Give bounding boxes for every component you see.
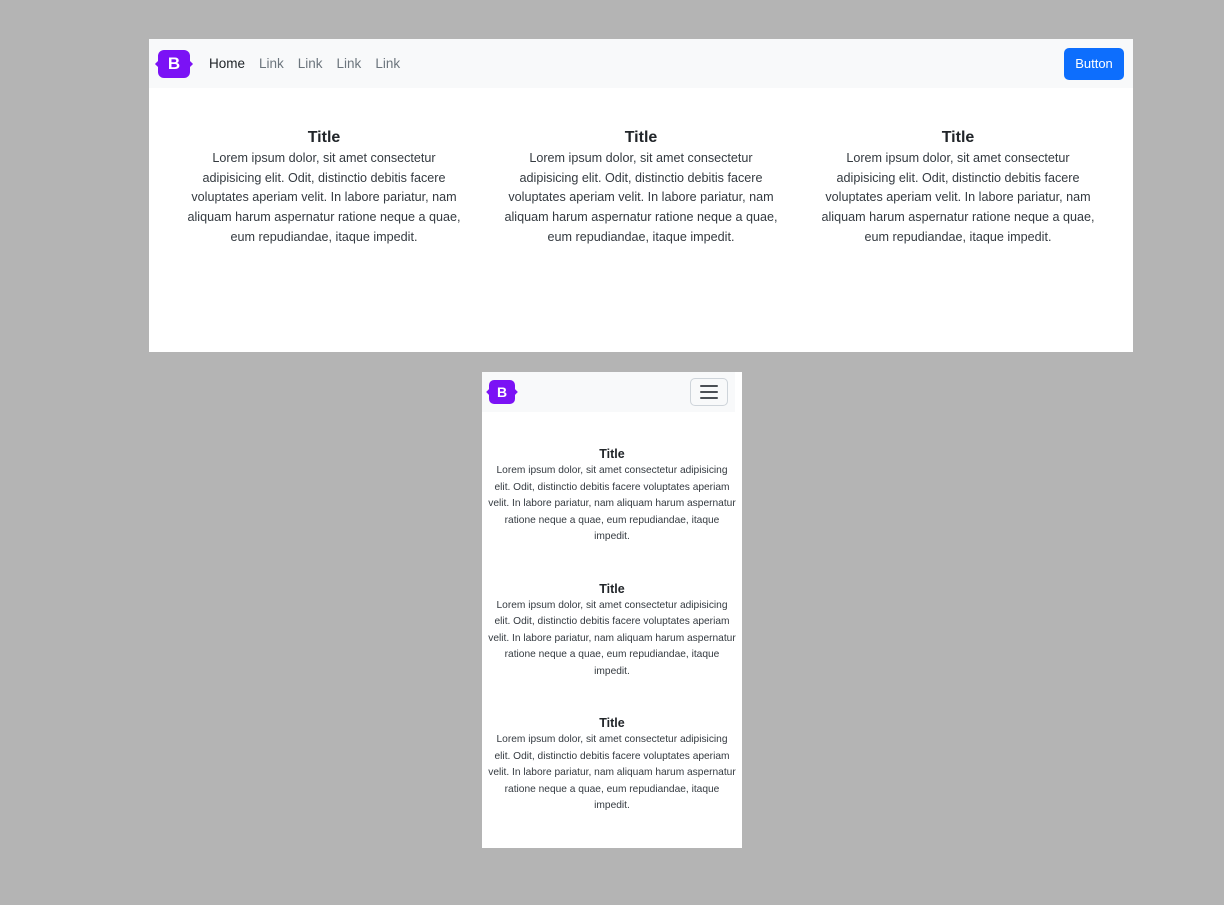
nav-link-home[interactable]: Home bbox=[209, 56, 245, 71]
bootstrap-logo-icon[interactable]: B bbox=[489, 380, 515, 404]
content-row: Title Lorem ipsum dolor, sit amet consec… bbox=[149, 88, 1133, 248]
content-column: Title Lorem ipsum dolor, sit amet consec… bbox=[817, 129, 1099, 248]
column-body: Lorem ipsum dolor, sit amet consectetur … bbox=[488, 734, 736, 811]
column-title: Title bbox=[941, 129, 975, 146]
column-body: Lorem ipsum dolor, sit amet consectetur … bbox=[504, 151, 778, 244]
column-title: Title bbox=[599, 581, 625, 596]
column-body: Lorem ipsum dolor, sit amet consectetur … bbox=[488, 465, 736, 542]
column-title: Title bbox=[624, 129, 658, 146]
desktop-preview: B Home Link Link Link Link Button Title … bbox=[149, 39, 1133, 352]
mobile-preview: B Title Lorem ipsum dolor, sit amet cons… bbox=[482, 372, 742, 848]
nav-button[interactable]: Button bbox=[1064, 47, 1124, 80]
content-column: Title Lorem ipsum dolor, sit amet consec… bbox=[500, 129, 782, 248]
content-column: Title Lorem ipsum dolor, sit amet consec… bbox=[482, 447, 742, 546]
content-column: Title Lorem ipsum dolor, sit amet consec… bbox=[482, 582, 742, 681]
column-title: Title bbox=[307, 129, 341, 146]
nav-link[interactable]: Link bbox=[337, 56, 362, 71]
column-body: Lorem ipsum dolor, sit amet consectetur … bbox=[187, 151, 461, 244]
mobile-content: Title Lorem ipsum dolor, sit amet consec… bbox=[482, 412, 742, 815]
content-column: Title Lorem ipsum dolor, sit amet consec… bbox=[482, 716, 742, 815]
hamburger-icon[interactable] bbox=[690, 378, 728, 406]
content-column: Title Lorem ipsum dolor, sit amet consec… bbox=[183, 129, 465, 248]
mobile-navbar: B bbox=[482, 372, 735, 412]
nav-link[interactable]: Link bbox=[375, 56, 400, 71]
column-body: Lorem ipsum dolor, sit amet consectetur … bbox=[821, 151, 1095, 244]
column-body: Lorem ipsum dolor, sit amet consectetur … bbox=[488, 599, 736, 677]
brand-letter: B bbox=[496, 384, 508, 400]
brand-letter: B bbox=[167, 53, 181, 73]
column-title: Title bbox=[599, 716, 625, 730]
nav-link[interactable]: Link bbox=[259, 56, 284, 71]
nav-link[interactable]: Link bbox=[298, 56, 323, 71]
nav-links: Home Link Link Link Link bbox=[209, 56, 414, 71]
column-title: Title bbox=[599, 447, 625, 461]
navbar: B Home Link Link Link Link Button bbox=[149, 39, 1133, 88]
bootstrap-logo-icon[interactable]: B bbox=[158, 49, 190, 78]
